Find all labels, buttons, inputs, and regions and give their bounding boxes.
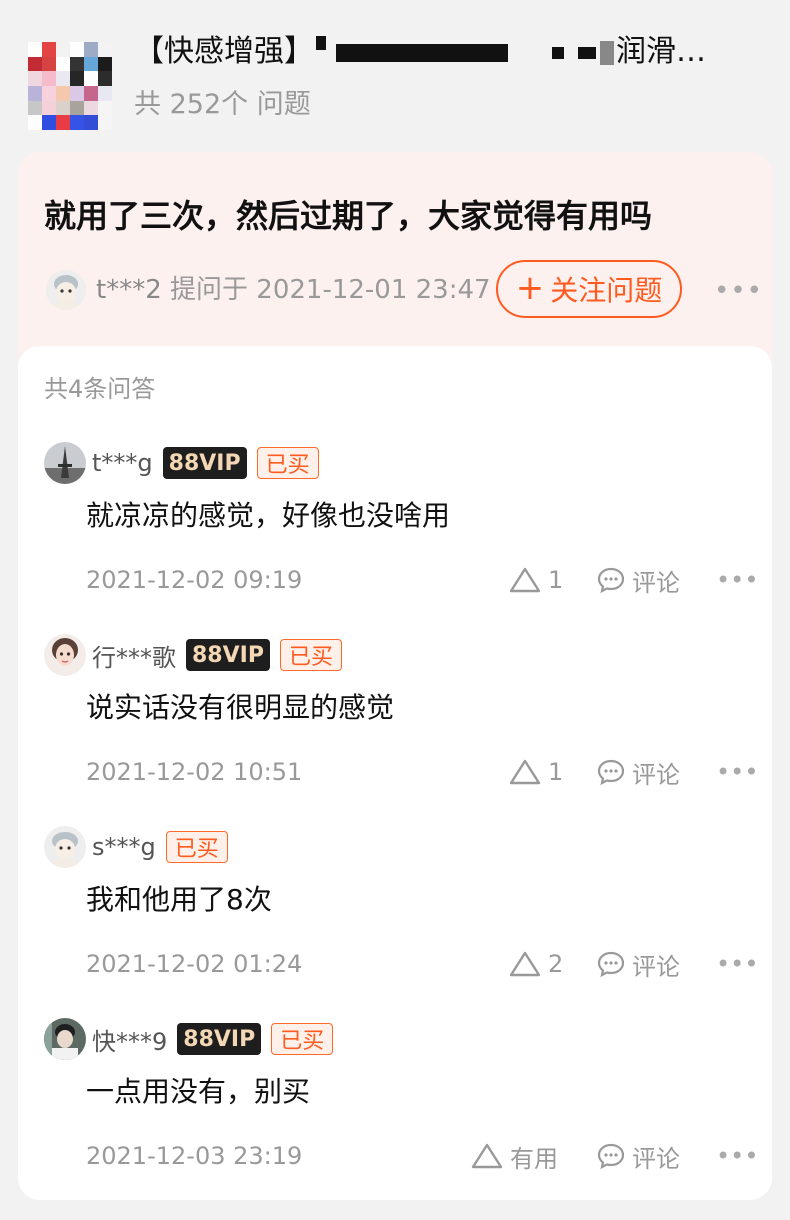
more-options-icon[interactable]: ••• (714, 276, 763, 306)
answer-footer: 2021-12-02 09:19 1 评论 ••• (18, 560, 772, 600)
answer-text: 说实话没有很明显的感觉 (86, 691, 395, 724)
answer-text: 就凉凉的感觉，好像也没啥用 (86, 499, 451, 532)
bought-badge: 已买 (256, 447, 319, 479)
answer-username[interactable]: 行***歌 (92, 638, 176, 673)
answer-header: s***g 已买 (92, 826, 228, 868)
like-button[interactable]: 1 (508, 752, 563, 792)
comment-bubble-icon (597, 951, 625, 978)
comment-button[interactable]: 评论 (596, 1136, 680, 1176)
follow-question-label: 关注问题 (550, 274, 663, 307)
comment-button[interactable]: 评论 (596, 752, 680, 792)
answer-text: 一点用没有，别买 (86, 1075, 311, 1108)
like-button[interactable]: 2 (508, 944, 563, 984)
like-count: 1 (548, 758, 564, 786)
answer-item: 行***歌 88VIP 已买 说实话没有很明显的感觉 2021-12-02 10… (18, 634, 772, 826)
answer-username[interactable]: 快***9 (92, 1022, 167, 1057)
helpful-button[interactable]: 有用 (470, 1136, 558, 1176)
answer-time: 2021-12-02 09:19 (86, 566, 303, 594)
vip-badge: 88VIP (162, 447, 247, 479)
answer-avatar[interactable] (44, 442, 86, 484)
answer-avatar[interactable] (44, 634, 86, 676)
more-options-icon[interactable]: ••• (716, 752, 758, 792)
upvote-triangle-icon (471, 1143, 503, 1169)
answer-username[interactable]: t***g (92, 449, 153, 477)
answers-card: 共4条问答 t***g 88VIP 已买 就凉凉的感觉，好像也没啥用 2021-… (18, 346, 772, 1200)
answer-header: 快***9 88VIP 已买 (92, 1018, 334, 1060)
comment-button[interactable]: 评论 (596, 944, 680, 984)
like-button[interactable]: 1 (508, 560, 563, 600)
answer-item: s***g 已买 我和他用了8次 2021-12-02 01:24 2 评论 •… (18, 826, 772, 1018)
answers-count: 共4条问答 (44, 375, 156, 403)
bought-badge: 已买 (271, 1023, 334, 1055)
answer-avatar[interactable] (44, 1018, 86, 1060)
answer-username[interactable]: s***g (92, 833, 156, 861)
vip-badge: 88VIP (177, 1023, 262, 1055)
comment-label: 评论 (632, 760, 680, 789)
answer-time: 2021-12-02 10:51 (86, 758, 303, 786)
upvote-triangle-icon (509, 759, 541, 785)
asker-avatar[interactable] (46, 270, 86, 310)
redaction-mark (316, 36, 326, 50)
comment-label: 评论 (632, 1144, 680, 1173)
plus-icon: + (515, 267, 545, 308)
helpful-label: 有用 (510, 1144, 558, 1173)
asker-name[interactable]: t***2 (96, 275, 162, 305)
redaction-mark (336, 43, 508, 62)
bought-badge: 已买 (165, 831, 228, 863)
asked-time: 提问于 2021-12-01 23:47 (170, 275, 491, 305)
answer-footer: 2021-12-02 01:24 2 评论 ••• (18, 944, 772, 984)
answer-footer: 2021-12-02 10:51 1 评论 ••• (18, 752, 772, 792)
more-options-icon[interactable]: ••• (716, 944, 758, 984)
upvote-triangle-icon (509, 567, 541, 593)
upvote-triangle-icon (509, 951, 541, 977)
redaction-mark (578, 46, 596, 59)
like-count: 2 (548, 950, 564, 978)
redaction-mark (552, 46, 564, 59)
answer-item: t***g 88VIP 已买 就凉凉的感觉，好像也没啥用 2021-12-02 … (18, 442, 772, 634)
comment-label: 评论 (632, 952, 680, 981)
vip-badge: 88VIP (186, 639, 270, 671)
answer-text: 我和他用了8次 (86, 883, 272, 916)
comment-bubble-icon (597, 1143, 625, 1170)
more-options-icon[interactable]: ••• (716, 1136, 758, 1176)
product-title: 【快感增强】 润滑… (134, 34, 706, 69)
product-thumbnail[interactable] (28, 42, 112, 130)
redaction-mark (600, 40, 614, 65)
asker-meta: t***2 提问于 2021-12-01 23:47 (96, 272, 491, 308)
like-count: 1 (548, 566, 564, 594)
comment-bubble-icon (597, 567, 625, 594)
answer-avatar[interactable] (44, 826, 86, 868)
answer-header: 行***歌 88VIP 已买 (92, 634, 342, 676)
answer-header: t***g 88VIP 已买 (92, 442, 319, 484)
comment-label: 评论 (632, 568, 680, 597)
answer-time: 2021-12-03 23:19 (86, 1142, 303, 1170)
bought-badge: 已买 (279, 639, 342, 671)
product-question-count: 共 252个 问题 (134, 89, 311, 120)
answer-item: 快***9 88VIP 已买 一点用没有，别买 2021-12-03 23:19… (18, 1018, 772, 1210)
product-header[interactable]: 【快感增强】 润滑… 共 252个 问题 (0, 0, 790, 150)
comment-bubble-icon (597, 759, 625, 786)
answer-footer: 2021-12-03 23:19 有用 评论 ••• (18, 1136, 772, 1176)
more-options-icon[interactable]: ••• (716, 560, 758, 600)
comment-button[interactable]: 评论 (596, 560, 680, 600)
follow-question-button[interactable]: + 关注问题 (496, 260, 682, 318)
answer-time: 2021-12-02 01:24 (86, 950, 303, 978)
question-title: 就用了三次，然后过期了，大家觉得有用吗 (44, 197, 653, 235)
